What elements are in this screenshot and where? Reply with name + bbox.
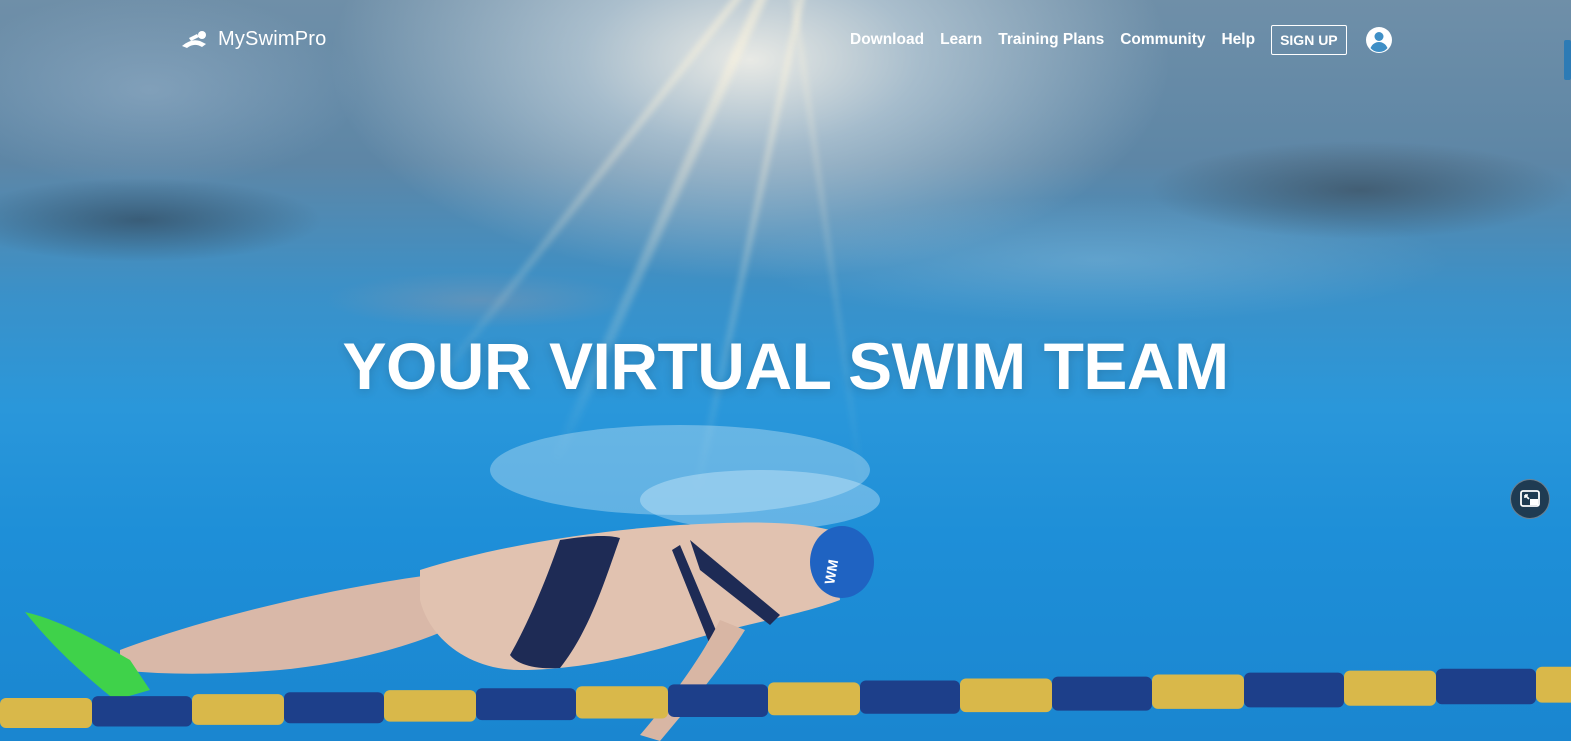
lane-rope-float (384, 690, 476, 722)
main-nav: Download Learn Training Plans Community … (850, 24, 1393, 56)
lane-rope-float (768, 682, 860, 716)
lane-rope-float (1152, 674, 1244, 709)
swimmer-logo-icon (182, 30, 206, 48)
lane-rope-float (576, 686, 668, 719)
sign-up-button[interactable]: SIGN UP (1271, 25, 1347, 55)
lane-rope-float (92, 696, 192, 727)
site-header: MySwimPro Download Learn Training Plans … (0, 0, 1571, 82)
lane-rope-float (0, 698, 92, 728)
lane-rope-float (284, 692, 384, 724)
nav-training-plans-link[interactable]: Training Plans (998, 31, 1104, 49)
lane-rope-float (1344, 670, 1436, 706)
picture-in-picture-icon (1520, 490, 1540, 507)
nav-download-link[interactable]: Download (850, 31, 924, 49)
nav-learn-link[interactable]: Learn (940, 31, 982, 49)
lane-rope-float (1244, 672, 1344, 708)
hero-headline: YOUR VIRTUAL SWIM TEAM (342, 329, 1229, 403)
lane-rope (0, 666, 1571, 728)
lane-rope-float (960, 678, 1052, 713)
lane-rope-float (192, 694, 284, 725)
lane-rope-float (476, 688, 576, 721)
nav-community-link[interactable]: Community (1120, 31, 1205, 49)
lane-rope-float (668, 684, 768, 717)
lane-rope-float (1436, 668, 1536, 705)
brand-name: MySwimPro (218, 28, 327, 50)
lane-rope-float (1536, 666, 1571, 703)
hero-section: WM MySwimPro Download Learn Training Pla… (0, 0, 1571, 741)
picture-in-picture-button[interactable] (1510, 479, 1550, 519)
user-circle-icon[interactable] (1365, 26, 1393, 54)
nav-help-link[interactable]: Help (1221, 31, 1255, 49)
lane-rope-float (860, 680, 960, 714)
lane-rope-float (1052, 676, 1152, 711)
brand-logo-link[interactable]: MySwimPro (180, 28, 326, 51)
